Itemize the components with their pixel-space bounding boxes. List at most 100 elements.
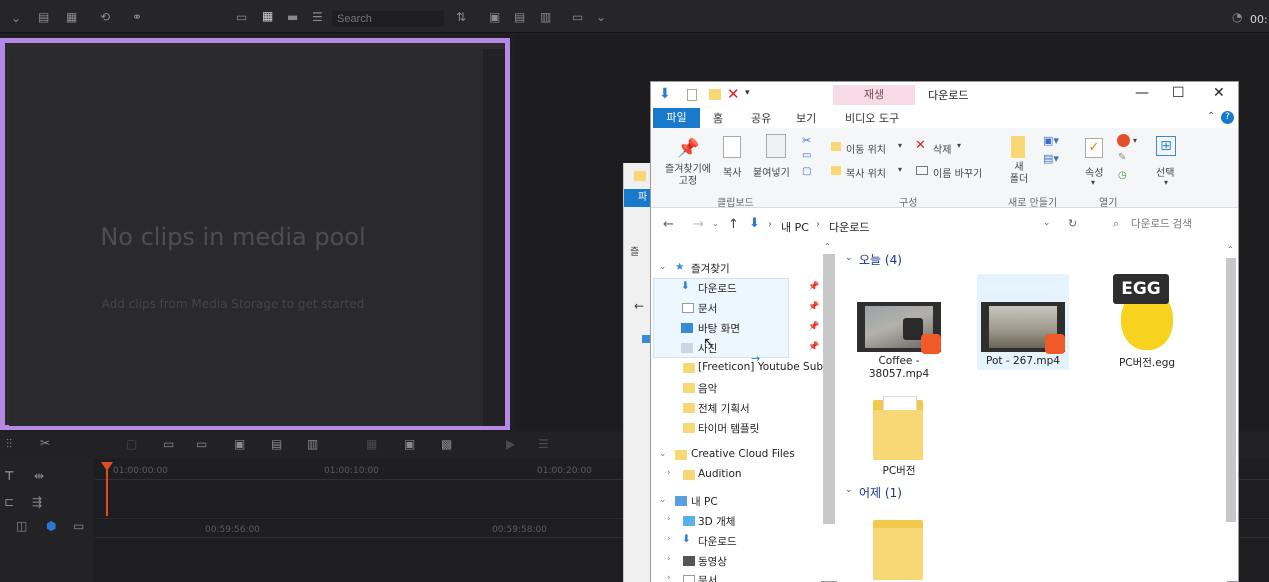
navigation-scrollbar[interactable] <box>823 254 835 524</box>
chevron-down-icon[interactable]: ▾ <box>957 141 961 150</box>
close-icon[interactable]: ✕ <box>1213 85 1225 101</box>
folder-icon[interactable] <box>873 514 925 580</box>
copy-to-button[interactable]: 복사 위치 <box>846 165 886 180</box>
media-pool-area[interactable]: No clips in media pool Add clips from Me… <box>9 49 483 426</box>
chevron-down-icon[interactable]: ⌄ <box>11 12 21 24</box>
properties-button[interactable]: 속성 <box>1085 164 1103 179</box>
file-list[interactable]: ⌄ 오늘 (4) Coffee - 38057.mp4 Pot - 267.mp… <box>837 242 1227 582</box>
nav-item-desktop[interactable]: 바탕 화면 <box>698 321 740 336</box>
recent-chevron-icon[interactable]: ⌄ <box>712 219 719 228</box>
place-on-top-icon[interactable]: ▤ <box>271 438 282 450</box>
easy-access-icon[interactable]: ▤▾ <box>1043 152 1059 165</box>
blade-tool-icon[interactable]: ⊏ <box>4 496 14 508</box>
source-overwrite-icon[interactable]: ▥ <box>307 438 318 450</box>
new-bin-icon[interactable]: ▤ <box>38 11 49 23</box>
group-header-today[interactable]: 오늘 (4) <box>859 251 902 268</box>
cut-icon[interactable]: ✂ <box>802 134 811 147</box>
back-arrow-icon[interactable]: ← <box>634 299 644 313</box>
quick-access-dropdown-icon[interactable]: ▾ <box>745 88 750 98</box>
list-view-icon[interactable]: ☰ <box>312 11 323 23</box>
play-icon[interactable]: ▶ <box>506 438 515 450</box>
ripple-tool-icon[interactable]: ⇶ <box>32 496 42 508</box>
nav-item-3d-objects[interactable]: 3D 개체 <box>698 514 735 529</box>
smart-insert-icon[interactable]: ▢ <box>126 438 137 450</box>
file-list-scrollbar[interactable] <box>1226 258 1236 522</box>
snap-icon[interactable]: ◫ <box>16 520 27 532</box>
dynamic-trim-icon[interactable]: ⇹ <box>34 470 44 482</box>
image-icon[interactable]: ▣ <box>489 11 500 23</box>
audio-icon[interactable]: ▥ <box>540 11 551 23</box>
explorer-window[interactable]: ⬇ ✕ ▾ 재생 다운로드 — ☐ ✕ 파일 홈 공유 보기 비디오 도구 ⌃ … <box>650 81 1239 582</box>
navigation-pane[interactable]: ⌄ ★ 즐겨찾기 ⬇ 다운로드 📌 문서 📌 바탕 화면 📌 사진 📌 ↖ → … <box>651 242 834 582</box>
expand-chevron-icon[interactable]: ⌄ <box>659 495 667 505</box>
media-pool-scrollbar[interactable] <box>483 49 505 426</box>
paste-shortcut-icon[interactable]: ▢ <box>802 166 811 177</box>
up-arrow-icon[interactable]: ↑ <box>728 217 739 232</box>
nav-item-videos[interactable]: 동영상 <box>698 554 727 569</box>
rename-button[interactable]: 이름 바꾸기 <box>933 165 982 180</box>
expand-chevron-icon[interactable]: ⌄ <box>659 262 667 272</box>
group-chevron-icon[interactable]: ⌄ <box>845 485 853 495</box>
copy-button[interactable]: 복사 <box>723 164 741 179</box>
help-icon[interactable]: ? <box>1221 111 1234 124</box>
group-header-yesterday[interactable]: 어제 (1) <box>859 484 902 501</box>
scroll-up-icon[interactable]: ⌃ <box>1227 245 1234 254</box>
group-chevron-icon[interactable]: ⌄ <box>845 253 853 263</box>
tab-video-tools[interactable]: 비디오 도구 <box>845 110 899 126</box>
media-pool[interactable]: No clips in media pool Add clips from Me… <box>0 38 510 430</box>
freeze-frame-icon[interactable]: ▣ <box>404 438 415 450</box>
properties-icon[interactable] <box>687 89 697 101</box>
collapse-chevron-icon[interactable]: › <box>667 554 671 564</box>
chevron-down-icon[interactable]: ▾ <box>1164 178 1168 187</box>
tab-share[interactable]: 공유 <box>751 110 771 126</box>
paste-button[interactable]: 붙여넣기 <box>753 164 790 179</box>
open-icon[interactable] <box>1117 134 1130 147</box>
flag-icon[interactable]: ▭ <box>73 520 84 532</box>
tab-view[interactable]: 보기 <box>796 110 816 126</box>
folder-icon[interactable] <box>873 394 925 460</box>
select-icon[interactable]: ⊞ <box>1156 136 1176 156</box>
split-icon[interactable]: ▦ <box>366 438 377 450</box>
metadata-icon[interactable]: ▤ <box>514 11 525 23</box>
chevron-down-icon[interactable]: ▾ <box>898 141 902 150</box>
nav-item-downloads[interactable]: 다운로드 <box>698 281 737 296</box>
file-name[interactable]: PC버전.egg <box>1105 355 1189 370</box>
contextual-tab-play[interactable]: 재생 <box>833 85 915 105</box>
search-input[interactable] <box>332 11 444 27</box>
egg-file-icon[interactable]: EGG <box>1113 272 1179 352</box>
scroll-up-icon[interactable]: ⌃ <box>824 242 831 251</box>
nav-creative-cloud[interactable]: Creative Cloud Files <box>691 448 795 460</box>
chevron-down-icon[interactable]: ▾ <box>1133 136 1137 145</box>
nav-item-audition[interactable]: Audition <box>698 468 742 480</box>
properties-icon[interactable]: ✓ <box>1085 138 1103 158</box>
copy-icon[interactable] <box>723 136 741 158</box>
ribbon-collapse-icon[interactable]: ⌃ <box>1207 111 1215 122</box>
nav-quick-access[interactable]: 즐겨찾기 <box>691 261 730 276</box>
playhead[interactable] <box>106 466 108 516</box>
collapse-chevron-icon[interactable]: › <box>667 534 671 544</box>
chevron-down-icon[interactable]: ⌄ <box>596 11 606 23</box>
video-thumbnail[interactable] <box>857 302 941 354</box>
sort-icon[interactable]: ⇅ <box>456 11 466 23</box>
maximize-icon[interactable]: ☐ <box>1172 85 1185 101</box>
new-folder-button[interactable]: 새 폴더 <box>1009 162 1029 186</box>
refresh-icon[interactable]: ↻ <box>1068 217 1077 230</box>
tab-home[interactable]: 홈 <box>713 110 723 126</box>
nav-item-music[interactable]: 음악 <box>698 381 717 396</box>
new-folder-icon[interactable] <box>1011 136 1025 158</box>
tab-file[interactable]: 파일 <box>653 108 700 128</box>
transition-icon[interactable]: ▩ <box>441 438 452 450</box>
video-thumbnail[interactable] <box>981 302 1065 354</box>
minimize-icon[interactable]: — <box>1135 85 1149 101</box>
nav-item-timer-template[interactable]: 타이머 템플릿 <box>698 421 759 436</box>
thumbnail-view-icon[interactable]: ▭ <box>236 11 247 23</box>
append-icon[interactable]: ▭ <box>163 438 174 450</box>
delete-icon[interactable]: ✕ <box>915 138 926 153</box>
new-folder-icon[interactable] <box>709 89 721 100</box>
chevron-down-icon[interactable]: ▾ <box>1091 178 1095 187</box>
breadcrumb-this-pc[interactable]: 내 PC <box>781 219 809 235</box>
delete-button[interactable]: 삭제 <box>933 141 951 156</box>
new-item-icon[interactable]: ▣▾ <box>1043 134 1059 147</box>
edit-icon[interactable]: ✎ <box>1118 152 1126 163</box>
file-name[interactable]: PC버전 <box>863 463 935 478</box>
